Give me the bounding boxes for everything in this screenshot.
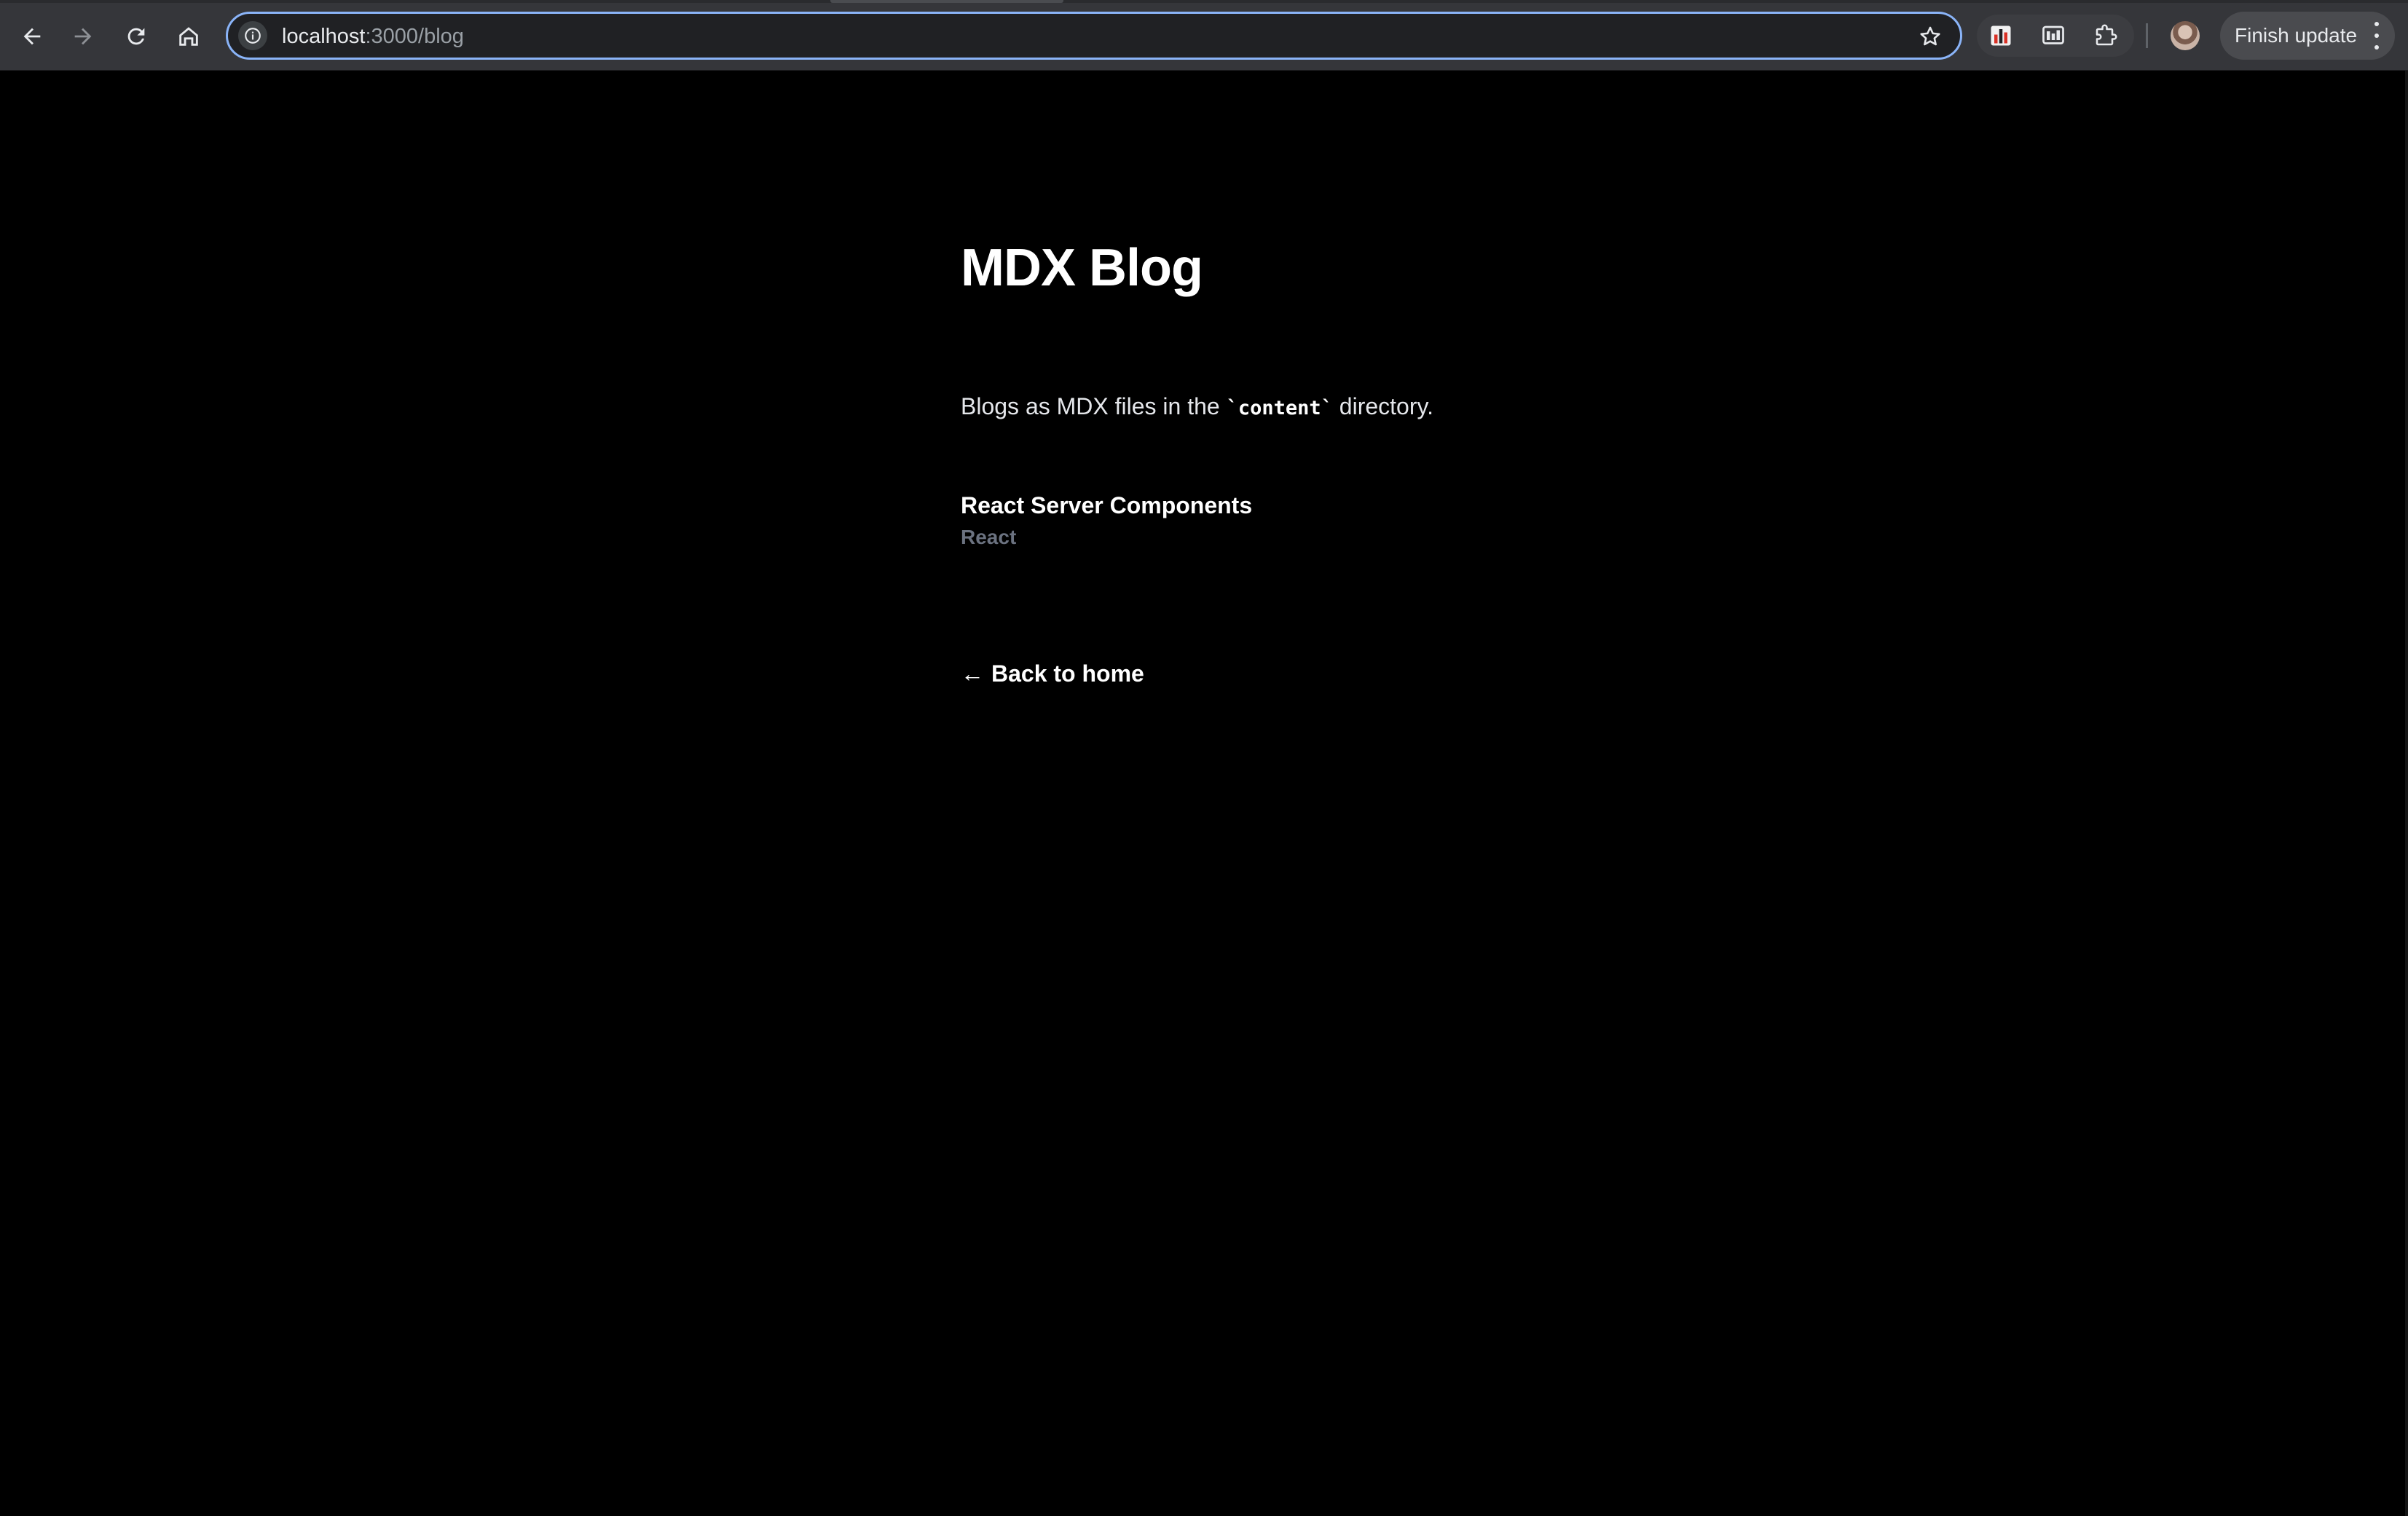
address-bar[interactable]: localhost:3000/blog [226,12,1962,60]
tab-strip [0,0,2408,3]
post-tag: React [961,526,1017,548]
star-icon [1920,26,1940,46]
toolbar-divider [2146,23,2148,48]
finish-update-button[interactable]: Finish update [2220,12,2395,60]
extensions-button[interactable] [2090,20,2121,51]
extensions-area [1977,15,2134,57]
arrow-left-icon: ← [961,660,984,687]
site-info-button[interactable] [238,21,267,50]
info-icon [245,28,261,44]
window-edge [2405,71,2408,1516]
tab-indicator[interactable] [830,0,1063,3]
page-title: MDX Blog [961,239,1203,297]
home-button[interactable] [167,15,210,58]
back-to-home-link[interactable]: ← Back to home [961,659,1144,688]
finish-update-label: Finish update [2235,24,2358,47]
arrow-left-icon [23,28,41,45]
intro-text: Blogs as MDX files in the `content` dire… [961,392,1433,423]
back-to-home-label: Back to home [991,660,1144,687]
content-dir-code: `content` [1226,397,1333,419]
bookmark-button[interactable] [1916,23,1944,50]
intro-text-start: Blogs as MDX files in the [961,393,1227,419]
reload-icon [127,28,145,45]
url-path: :3000/blog [365,25,464,48]
reload-button[interactable] [114,15,158,58]
puzzle-icon [2096,24,2117,46]
kebab-menu-icon[interactable] [2372,22,2382,50]
arrow-right-icon [74,28,92,45]
profile-avatar[interactable] [2171,21,2200,50]
post-link-react-server-components[interactable]: React Server Components [961,491,1252,520]
home-icon [179,27,198,46]
intro-text-end: directory. [1332,393,1434,419]
chart-extension-icon [1991,25,2011,46]
url-host: localhost [282,25,366,48]
forward-button[interactable] [61,15,105,58]
extension-one-button[interactable] [1986,20,2016,51]
monitor-extension-icon [2042,25,2064,44]
extension-two-button[interactable] [2038,20,2069,51]
browser-toolbar: localhost:3000/blog Finish update [0,0,2408,71]
back-button[interactable] [10,15,54,58]
url-text[interactable]: localhost:3000/blog [282,24,464,49]
